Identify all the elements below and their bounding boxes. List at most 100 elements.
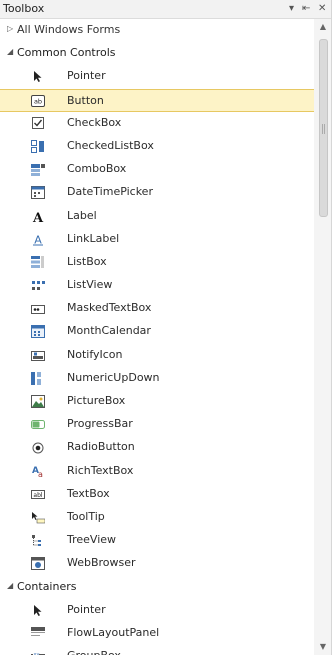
linklabel-icon: A — [31, 233, 45, 246]
toolbox-item-pointer[interactable]: Pointer — [0, 599, 314, 622]
toolbox-item-label: ToolTip — [67, 509, 105, 523]
toolbox-item-notifyicon[interactable]: NotifyIcon — [0, 344, 314, 367]
listview-icon — [31, 279, 45, 292]
category-all-windows-forms[interactable]: ▷ All Windows Forms — [0, 19, 314, 42]
expand-arrow-icon[interactable]: ▷ — [7, 24, 13, 33]
checkbox-icon — [31, 117, 45, 130]
listbox-icon — [31, 256, 45, 269]
pointer-icon — [31, 70, 45, 83]
label-icon: A — [31, 210, 45, 223]
autohide-pin-icon[interactable]: ⇤ — [302, 1, 310, 17]
category-label: Common Controls — [17, 46, 116, 60]
toolbox-item-listbox[interactable]: ListBox — [0, 251, 314, 274]
maskedtextbox-icon — [31, 302, 45, 315]
textbox-icon: abl — [31, 488, 45, 501]
toolbox-item-label: RichTextBox — [67, 463, 134, 477]
datetimepicker-icon — [31, 186, 45, 200]
category-label: Containers — [17, 579, 77, 593]
toolbox-item-label: Label — [67, 208, 97, 222]
toolbox-item-label: CheckBox — [67, 115, 122, 129]
toolbox-item-monthcalendar[interactable]: MonthCalendar — [0, 320, 314, 343]
toolbox-item-listview[interactable]: ListView — [0, 274, 314, 297]
toolbox-item-label[interactable]: A Label — [0, 205, 314, 228]
toolbox-item-maskedtextbox[interactable]: MaskedTextBox — [0, 297, 314, 320]
toolbox-item-textbox[interactable]: abl TextBox — [0, 483, 314, 506]
collapse-arrow-icon[interactable]: ◢ — [7, 47, 13, 56]
toolbox-item-combobox[interactable]: ComboBox — [0, 158, 314, 181]
pointer-icon — [31, 604, 45, 617]
toolbox-title: Toolbox — [3, 2, 45, 15]
toolbox-item-progressbar[interactable]: ProgressBar — [0, 413, 314, 436]
toolbox-item-label: WebBrowser — [67, 556, 136, 570]
toolbox-item-datetimepicker[interactable]: DateTimePicker — [0, 181, 314, 204]
toolbox-list: ▷ All Windows Forms ◢ Common Controls Po… — [0, 19, 314, 655]
category-common-controls[interactable]: ◢ Common Controls — [0, 42, 314, 65]
toolbox-item-numericupdown[interactable]: NumericUpDown — [0, 367, 314, 390]
richtextbox-icon: Aa — [31, 465, 45, 478]
groupbox-icon: xy — [31, 650, 45, 655]
close-icon[interactable]: ✕ — [318, 1, 326, 17]
toolbox-item-checkedlistbox[interactable]: CheckedListBox — [0, 135, 314, 158]
scroll-up-arrow-icon[interactable]: ▲ — [314, 19, 331, 35]
toolbox-item-richtextbox[interactable]: Aa RichTextBox — [0, 460, 314, 483]
toolbox-item-label: DateTimePicker — [67, 185, 153, 199]
progressbar-icon — [31, 418, 45, 431]
toolbox-item-groupbox[interactable]: xy GroupBox — [0, 645, 314, 655]
toolbox-item-label: NumericUpDown — [67, 370, 160, 384]
svg-text:abl: abl — [33, 492, 42, 499]
toolbox-item-label: GroupBox — [67, 649, 121, 655]
toolbox-item-label: NotifyIcon — [67, 347, 123, 361]
svg-text:ab: ab — [34, 98, 42, 106]
tooltip-icon — [31, 511, 45, 524]
webbrowser-icon — [31, 557, 45, 571]
toolbox-item-label: ListBox — [67, 254, 107, 268]
toolbox-item-label: ProgressBar — [67, 417, 133, 431]
toolbox-item-label: RadioButton — [67, 440, 135, 454]
checkedlistbox-icon — [31, 139, 45, 153]
toolbox-item-checkbox[interactable]: CheckBox — [0, 112, 314, 135]
toolbox-item-label: ComboBox — [67, 162, 127, 176]
toolbox-item-label: FlowLayoutPanel — [67, 625, 160, 639]
svg-text:a: a — [38, 470, 43, 478]
notifyicon-icon — [31, 349, 45, 362]
flowlayoutpanel-icon — [31, 627, 45, 640]
toolbox-item-label: ListView — [67, 278, 113, 292]
toolbox-item-label: TextBox — [67, 486, 110, 500]
toolbox-item-label: Pointer — [67, 602, 106, 616]
window-position-dropdown-icon[interactable]: ▾ — [289, 1, 294, 17]
toolbox-item-label: Pointer — [67, 69, 106, 83]
toolbox-item-button[interactable]: ab Button — [0, 88, 314, 112]
toolbox-item-label: LinkLabel — [67, 231, 120, 245]
category-containers[interactable]: ◢ Containers — [0, 576, 314, 599]
scroll-grip-icon — [322, 124, 325, 134]
toolbox-item-pointer[interactable]: Pointer — [0, 65, 314, 88]
toolbox-item-label: MaskedTextBox — [67, 301, 152, 315]
toolbox-item-label: Button — [67, 93, 104, 107]
monthcalendar-icon — [31, 325, 45, 339]
toolbox-item-webbrowser[interactable]: WebBrowser — [0, 552, 314, 575]
toolbox-item-flowlayoutpanel[interactable]: FlowLayoutPanel — [0, 622, 314, 645]
toolbox-item-label: TreeView — [67, 533, 117, 547]
toolbox-item-treeview[interactable]: TreeView — [0, 529, 314, 552]
svg-text:A: A — [32, 211, 44, 223]
toolbox-item-linklabel[interactable]: A LinkLabel — [0, 228, 314, 251]
combobox-icon — [31, 163, 45, 176]
scroll-down-arrow-icon[interactable]: ▼ — [314, 639, 331, 655]
picturebox-icon — [31, 395, 45, 408]
toolbox-item-tooltip[interactable]: ToolTip — [0, 506, 314, 529]
toolbox-item-picturebox[interactable]: PictureBox — [0, 390, 314, 413]
svg-text:xy: xy — [34, 652, 40, 655]
scroll-thumb[interactable] — [319, 39, 328, 217]
collapse-arrow-icon[interactable]: ◢ — [7, 581, 13, 590]
toolbox-window: Toolbox ▾ ⇤ ✕ ▷ All Windows Forms ◢ Comm… — [0, 0, 332, 655]
toolbox-item-label: CheckedListBox — [67, 138, 154, 152]
numericupdown-icon — [31, 371, 45, 385]
category-label: All Windows Forms — [17, 23, 121, 36]
toolbox-item-radiobutton[interactable]: RadioButton — [0, 436, 314, 459]
svg-text:A: A — [34, 233, 42, 246]
vertical-scrollbar[interactable]: ▲ ▼ — [314, 19, 331, 655]
toolbox-titlebar: Toolbox ▾ ⇤ ✕ — [0, 0, 331, 19]
toolbox-item-label: MonthCalendar — [67, 324, 151, 338]
treeview-icon — [31, 534, 45, 547]
radiobutton-icon — [31, 441, 45, 454]
